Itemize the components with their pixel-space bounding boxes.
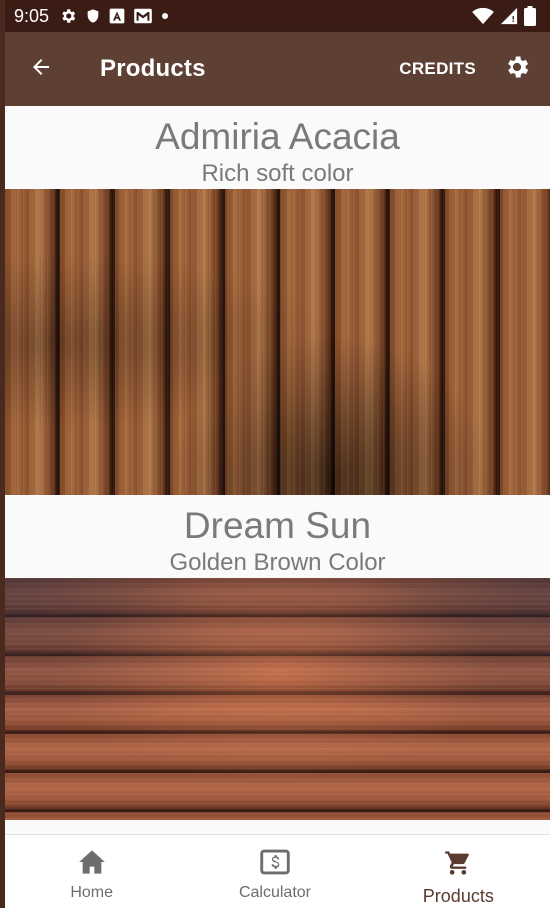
nav-item-calculator[interactable]: Calculator: [183, 835, 366, 908]
page-title: Products: [100, 55, 206, 82]
gear-icon: [503, 53, 531, 86]
home-icon: [78, 849, 106, 880]
notification-icons: [59, 7, 169, 25]
dollar-card-icon: [260, 849, 290, 880]
system-icons: [472, 6, 536, 26]
product-header: Admiria Acacia Rich soft color: [5, 106, 550, 189]
product-card[interactable]: Admiria Acacia Rich soft color: [5, 106, 550, 495]
nav-item-home[interactable]: Home: [0, 835, 183, 908]
nav-item-products[interactable]: Products: [367, 835, 550, 908]
product-card[interactable]: Dream Sun Golden Brown Color: [5, 495, 550, 820]
battery-icon: [524, 6, 536, 26]
product-name: Admiria Acacia: [155, 116, 400, 157]
signal-icon: [500, 7, 518, 25]
nav-label-home: Home: [70, 884, 113, 901]
wifi-icon: [472, 7, 494, 25]
product-image: [5, 578, 550, 820]
status-bar: 9:05: [0, 0, 550, 32]
status-time: 9:05: [14, 5, 50, 26]
left-edge: [0, 0, 5, 908]
cart-icon: [443, 849, 473, 882]
product-description: Rich soft color: [201, 160, 354, 187]
settings-button[interactable]: [502, 54, 532, 84]
product-list: Admiria Acacia Rich soft color Dream Sun…: [5, 106, 550, 834]
dot-icon: [161, 12, 169, 20]
nav-label-calculator: Calculator: [238, 884, 311, 901]
back-button[interactable]: [26, 54, 56, 84]
shield-icon: [85, 7, 101, 25]
arrow-back-icon: [29, 55, 53, 84]
app-bar: Products CREDITS: [0, 32, 550, 106]
product-description: Golden Brown Color: [169, 549, 386, 576]
a-icon: [109, 8, 125, 24]
nav-label-products: Products: [422, 886, 494, 906]
bottom-navigation: Home Calculator Products: [0, 834, 550, 908]
product-image: [5, 189, 550, 495]
gear-icon: [59, 7, 77, 25]
credits-button[interactable]: CREDITS: [399, 59, 476, 79]
product-header: Dream Sun Golden Brown Color: [5, 495, 550, 578]
gmail-icon: [133, 8, 153, 24]
product-name: Dream Sun: [183, 505, 372, 546]
